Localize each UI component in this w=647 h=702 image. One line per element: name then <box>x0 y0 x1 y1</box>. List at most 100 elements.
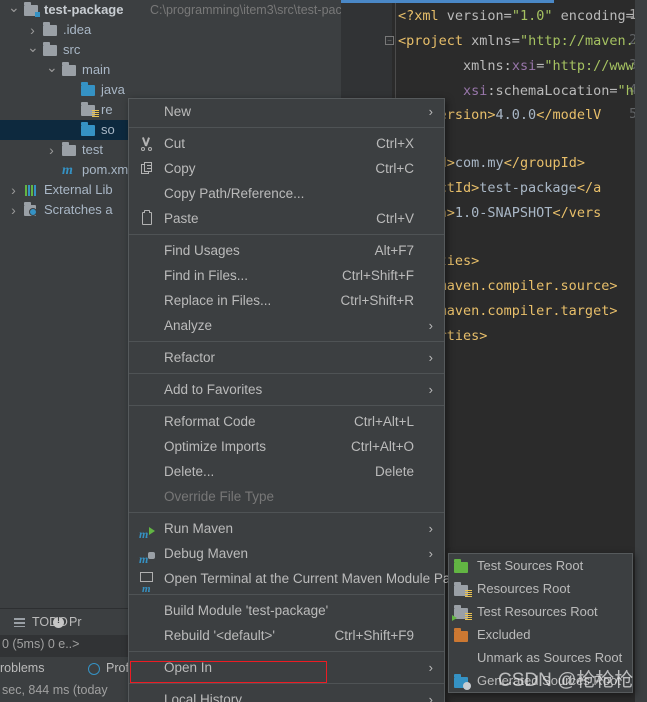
module-folder-icon <box>24 0 40 20</box>
chevron-down-icon[interactable] <box>8 0 19 20</box>
folder-orange-icon <box>454 628 470 642</box>
chevron-right-icon: › <box>428 318 433 333</box>
code-line: <project xmlns="http://maven.ap <box>398 33 647 49</box>
mark-directory-as-submenu[interactable]: Test Sources Root Resources Root Test Reso… <box>448 553 633 693</box>
tree-row[interactable]: src <box>0 40 341 60</box>
chevron-down-icon[interactable] <box>46 60 57 80</box>
clipped-toolbar-text: 0 (5ms) 0 e..> <box>2 637 80 651</box>
menu-item-shortcut: Ctrl+C <box>375 161 414 176</box>
menu-item-paste[interactable]: Paste Ctrl+V <box>129 206 444 231</box>
folder-resources-icon <box>81 100 99 120</box>
menu-separator <box>129 405 444 406</box>
menu-item-override-file-type: Override File Type <box>129 484 444 509</box>
tree-row-label: re <box>101 102 113 117</box>
maven-file-icon: m <box>62 163 73 178</box>
menu-item-refactor[interactable]: Refactor › <box>129 345 444 370</box>
menu-separator <box>129 651 444 652</box>
problems-button[interactable]: Pr <box>69 615 82 629</box>
tree-row-label: .idea <box>63 22 92 37</box>
menu-item-label: Override File Type <box>164 489 275 504</box>
menu-item-rebuild-default[interactable]: Rebuild '<default>' Ctrl+Shift+F9 <box>129 623 444 648</box>
menu-item-run-maven[interactable]: m Run Maven › <box>129 516 444 541</box>
menu-item-copy[interactable]: Copy Ctrl+C <box>129 156 444 181</box>
menu-item-label: Find in Files... <box>164 268 249 283</box>
chevron-right-icon: › <box>428 521 433 536</box>
chevron-right-icon: › <box>428 660 433 675</box>
folder-grey-icon <box>62 140 78 160</box>
tree-row[interactable]: test-package C:\programming\item3\src\tes… <box>0 0 341 20</box>
submenu-item-unmark-as-sources-root[interactable]: Unmark as Sources Root <box>449 646 632 669</box>
menu-item-find-usages[interactable]: Find Usages Alt+F7 <box>129 238 444 263</box>
tree-row[interactable]: java <box>0 80 341 100</box>
menu-item-debug-maven[interactable]: m Debug Maven › <box>129 541 444 566</box>
menu-item-build-module-test-package[interactable]: Build Module 'test-package' <box>129 598 444 623</box>
menu-item-reformat-code[interactable]: Reformat Code Ctrl+Alt+L <box>129 409 444 434</box>
folder-green-icon <box>454 559 470 573</box>
context-menu[interactable]: New › Cut Ctrl+X Copy Ctrl+C Copy Path/Referen… <box>128 98 462 702</box>
chevron-right-icon[interactable] <box>8 200 19 220</box>
line-number: 5 <box>629 107 637 122</box>
tree-row[interactable]: .idea <box>0 20 341 40</box>
chevron-right-icon: › <box>428 546 433 561</box>
tree-row-label: java <box>101 82 125 97</box>
submenu-item-label: Resources Root <box>477 581 571 596</box>
chevron-right-icon[interactable] <box>8 180 19 200</box>
menu-item-label: Rebuild '<default>' <box>164 628 275 643</box>
submenu-item-label: Test Resources Root <box>477 604 598 619</box>
menu-item-replace-in-files[interactable]: Replace in Files... Ctrl+Shift+R <box>129 288 444 313</box>
menu-item-label: Open Terminal at the Current Maven Modul… <box>164 571 462 586</box>
folder-resources-icon <box>454 582 472 598</box>
menu-item-local-history[interactable]: Local History › <box>129 687 444 702</box>
menu-item-cut[interactable]: Cut Ctrl+X <box>129 131 444 156</box>
menu-item-label: New <box>164 104 192 119</box>
library-icon <box>24 180 40 200</box>
menu-item-add-to-favorites[interactable]: Add to Favorites › <box>129 377 444 402</box>
code-fold-marker[interactable]: − <box>385 36 394 45</box>
menu-item-label: Debug Maven <box>164 546 249 561</box>
menu-item-label: Paste <box>164 211 199 226</box>
copy-icon <box>139 160 156 177</box>
chevron-right-icon[interactable] <box>46 140 57 160</box>
submenu-item-test-sources-root[interactable]: Test Sources Root <box>449 554 632 577</box>
menu-item-label: Local History <box>164 692 243 702</box>
menu-item-label: Reformat Code <box>164 414 256 429</box>
submenu-item-resources-root[interactable]: Resources Root <box>449 577 632 600</box>
scratches-icon <box>24 200 40 220</box>
ide-window: 12345 − <?xml version="1.0" encoding="U<… <box>0 0 647 702</box>
project-path-label: C:\programming\item3\src\test-pac <box>150 3 341 17</box>
submenu-item-test-resources-root[interactable]: Test Resources Root <box>449 600 632 623</box>
code-line: xmlns:xsi="http://www. <box>463 58 642 74</box>
build-time-text: sec, 844 ms (today <box>2 683 108 697</box>
menu-item-analyze[interactable]: Analyze › <box>129 313 444 338</box>
tree-row[interactable]: main <box>0 60 341 80</box>
submenu-item-excluded[interactable]: Excluded <box>449 623 632 646</box>
chevron-down-icon[interactable] <box>27 40 38 60</box>
editor-scroll-column[interactable] <box>635 0 647 702</box>
tree-row-label: test <box>82 142 103 157</box>
menu-item-find-in-files[interactable]: Find in Files... Ctrl+Shift+F <box>129 263 444 288</box>
menu-item-open-terminal-at-the-current-maven-module-path[interactable]: m Open Terminal at the Current Maven Modu… <box>129 566 462 595</box>
paste-icon <box>139 210 156 227</box>
folder-sources-icon <box>81 80 97 100</box>
submenu-item-generated-sources-root[interactable]: Generated Sources Root <box>449 669 632 692</box>
chevron-right-icon: › <box>428 350 433 365</box>
menu-item-label: Optimize Imports <box>164 439 267 454</box>
menu-item-delete[interactable]: Delete... Delete <box>129 459 444 484</box>
menu-item-shortcut: Delete <box>374 464 414 479</box>
menu-item-new[interactable]: New › <box>129 99 444 124</box>
menu-item-optimize-imports[interactable]: Optimize Imports Ctrl+Alt+O <box>129 434 444 459</box>
menu-item-label: Build Module 'test-package' <box>164 603 329 618</box>
tab-problems[interactable]: roblems <box>0 661 44 675</box>
folder-sources-icon <box>81 120 97 140</box>
menu-item-label: Find Usages <box>164 243 240 258</box>
menu-separator <box>129 234 444 235</box>
menu-item-shortcut: Ctrl+Alt+O <box>350 439 414 454</box>
menu-item-open-in[interactable]: Open In › <box>129 655 444 680</box>
menu-item-shortcut: Ctrl+Shift+R <box>340 293 414 308</box>
menu-item-copy-path-reference[interactable]: Copy Path/Reference... <box>129 181 444 206</box>
menu-item-shortcut: Ctrl+Shift+F9 <box>334 628 414 643</box>
chevron-right-icon[interactable] <box>27 20 38 40</box>
code-line: xsi:schemaLocation="ht <box>463 83 642 99</box>
menu-item-label: Cut <box>164 136 186 151</box>
menu-item-shortcut: Alt+F7 <box>374 243 414 258</box>
